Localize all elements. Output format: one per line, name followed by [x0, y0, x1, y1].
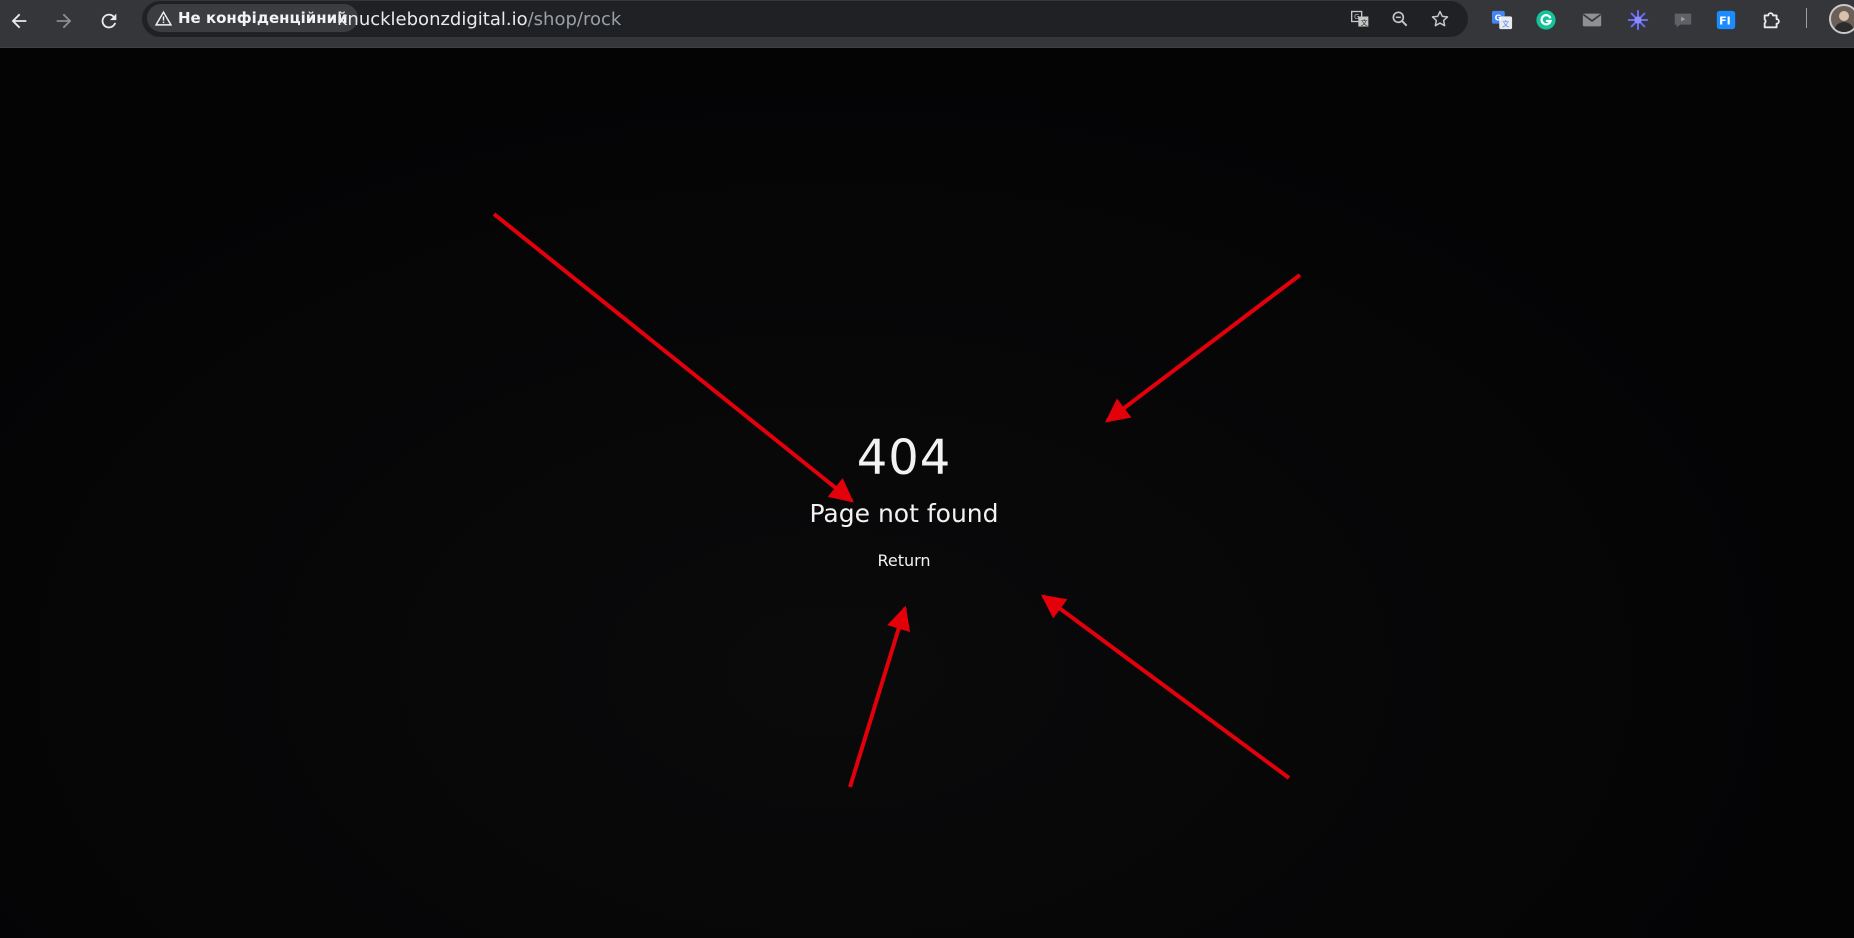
extension-google-translate[interactable]: G文 — [1487, 5, 1517, 35]
svg-text:G: G — [1354, 13, 1359, 21]
address-bar[interactable]: Не конфіденційний knucklebonzdigital.io/… — [142, 1, 1468, 37]
svg-text:文: 文 — [1361, 18, 1368, 27]
forward-button[interactable] — [47, 4, 81, 38]
profile-avatar[interactable] — [1829, 4, 1854, 34]
security-chip[interactable]: Не конфіденційний — [147, 4, 358, 32]
page-content — [0, 48, 1854, 938]
return-link[interactable]: Return — [0, 551, 1854, 570]
extensions-puzzle-icon — [1763, 12, 1780, 29]
bookmark-button[interactable] — [1426, 5, 1454, 33]
mail-icon — [1582, 13, 1602, 27]
zoom-button[interactable] — [1386, 5, 1414, 33]
svg-text:G: G — [1495, 12, 1502, 22]
extension-snowflake[interactable] — [1623, 5, 1653, 35]
extension-video[interactable] — [1668, 5, 1698, 35]
translate-button[interactable]: G文 — [1346, 5, 1374, 33]
snowflake-icon — [1627, 9, 1649, 31]
fi-icon: FI — [1716, 10, 1736, 30]
zoom-icon — [1392, 11, 1408, 27]
avatar-body — [1834, 22, 1854, 32]
url-domain: knucklebonzdigital.io — [337, 9, 528, 30]
security-chip-label: Не конфіденційний — [178, 9, 348, 27]
url-text[interactable]: knucklebonzdigital.io/shop/rock — [337, 9, 621, 30]
url-path: /shop/rock — [527, 9, 622, 30]
video-icon — [1674, 13, 1692, 28]
extension-grammarly[interactable] — [1531, 5, 1561, 35]
translate-icon: G文 — [1351, 10, 1369, 27]
browser-toolbar: Не конфіденційний knucklebonzdigital.io/… — [0, 0, 1854, 48]
extensions-menu-button[interactable] — [1757, 5, 1787, 35]
forward-arrow-icon — [56, 13, 72, 29]
reload-icon — [101, 13, 117, 29]
back-arrow-icon — [11, 13, 27, 29]
svg-text:文: 文 — [1502, 19, 1510, 28]
error-code-heading: 404 — [856, 430, 952, 486]
star-icon — [1431, 10, 1449, 27]
extension-fi[interactable]: FI — [1711, 5, 1741, 35]
back-button[interactable] — [2, 4, 36, 38]
toolbar-separator — [1806, 8, 1807, 28]
error-message: Page not found — [809, 499, 999, 528]
extension-mail[interactable] — [1577, 5, 1607, 35]
reload-button[interactable] — [92, 4, 126, 38]
google-translate-icon: G文 — [1491, 10, 1513, 30]
avatar-head — [1839, 11, 1849, 21]
svg-text:FI: FI — [1719, 15, 1731, 28]
grammarly-icon — [1536, 10, 1556, 30]
warning-triangle-icon — [155, 10, 172, 26]
